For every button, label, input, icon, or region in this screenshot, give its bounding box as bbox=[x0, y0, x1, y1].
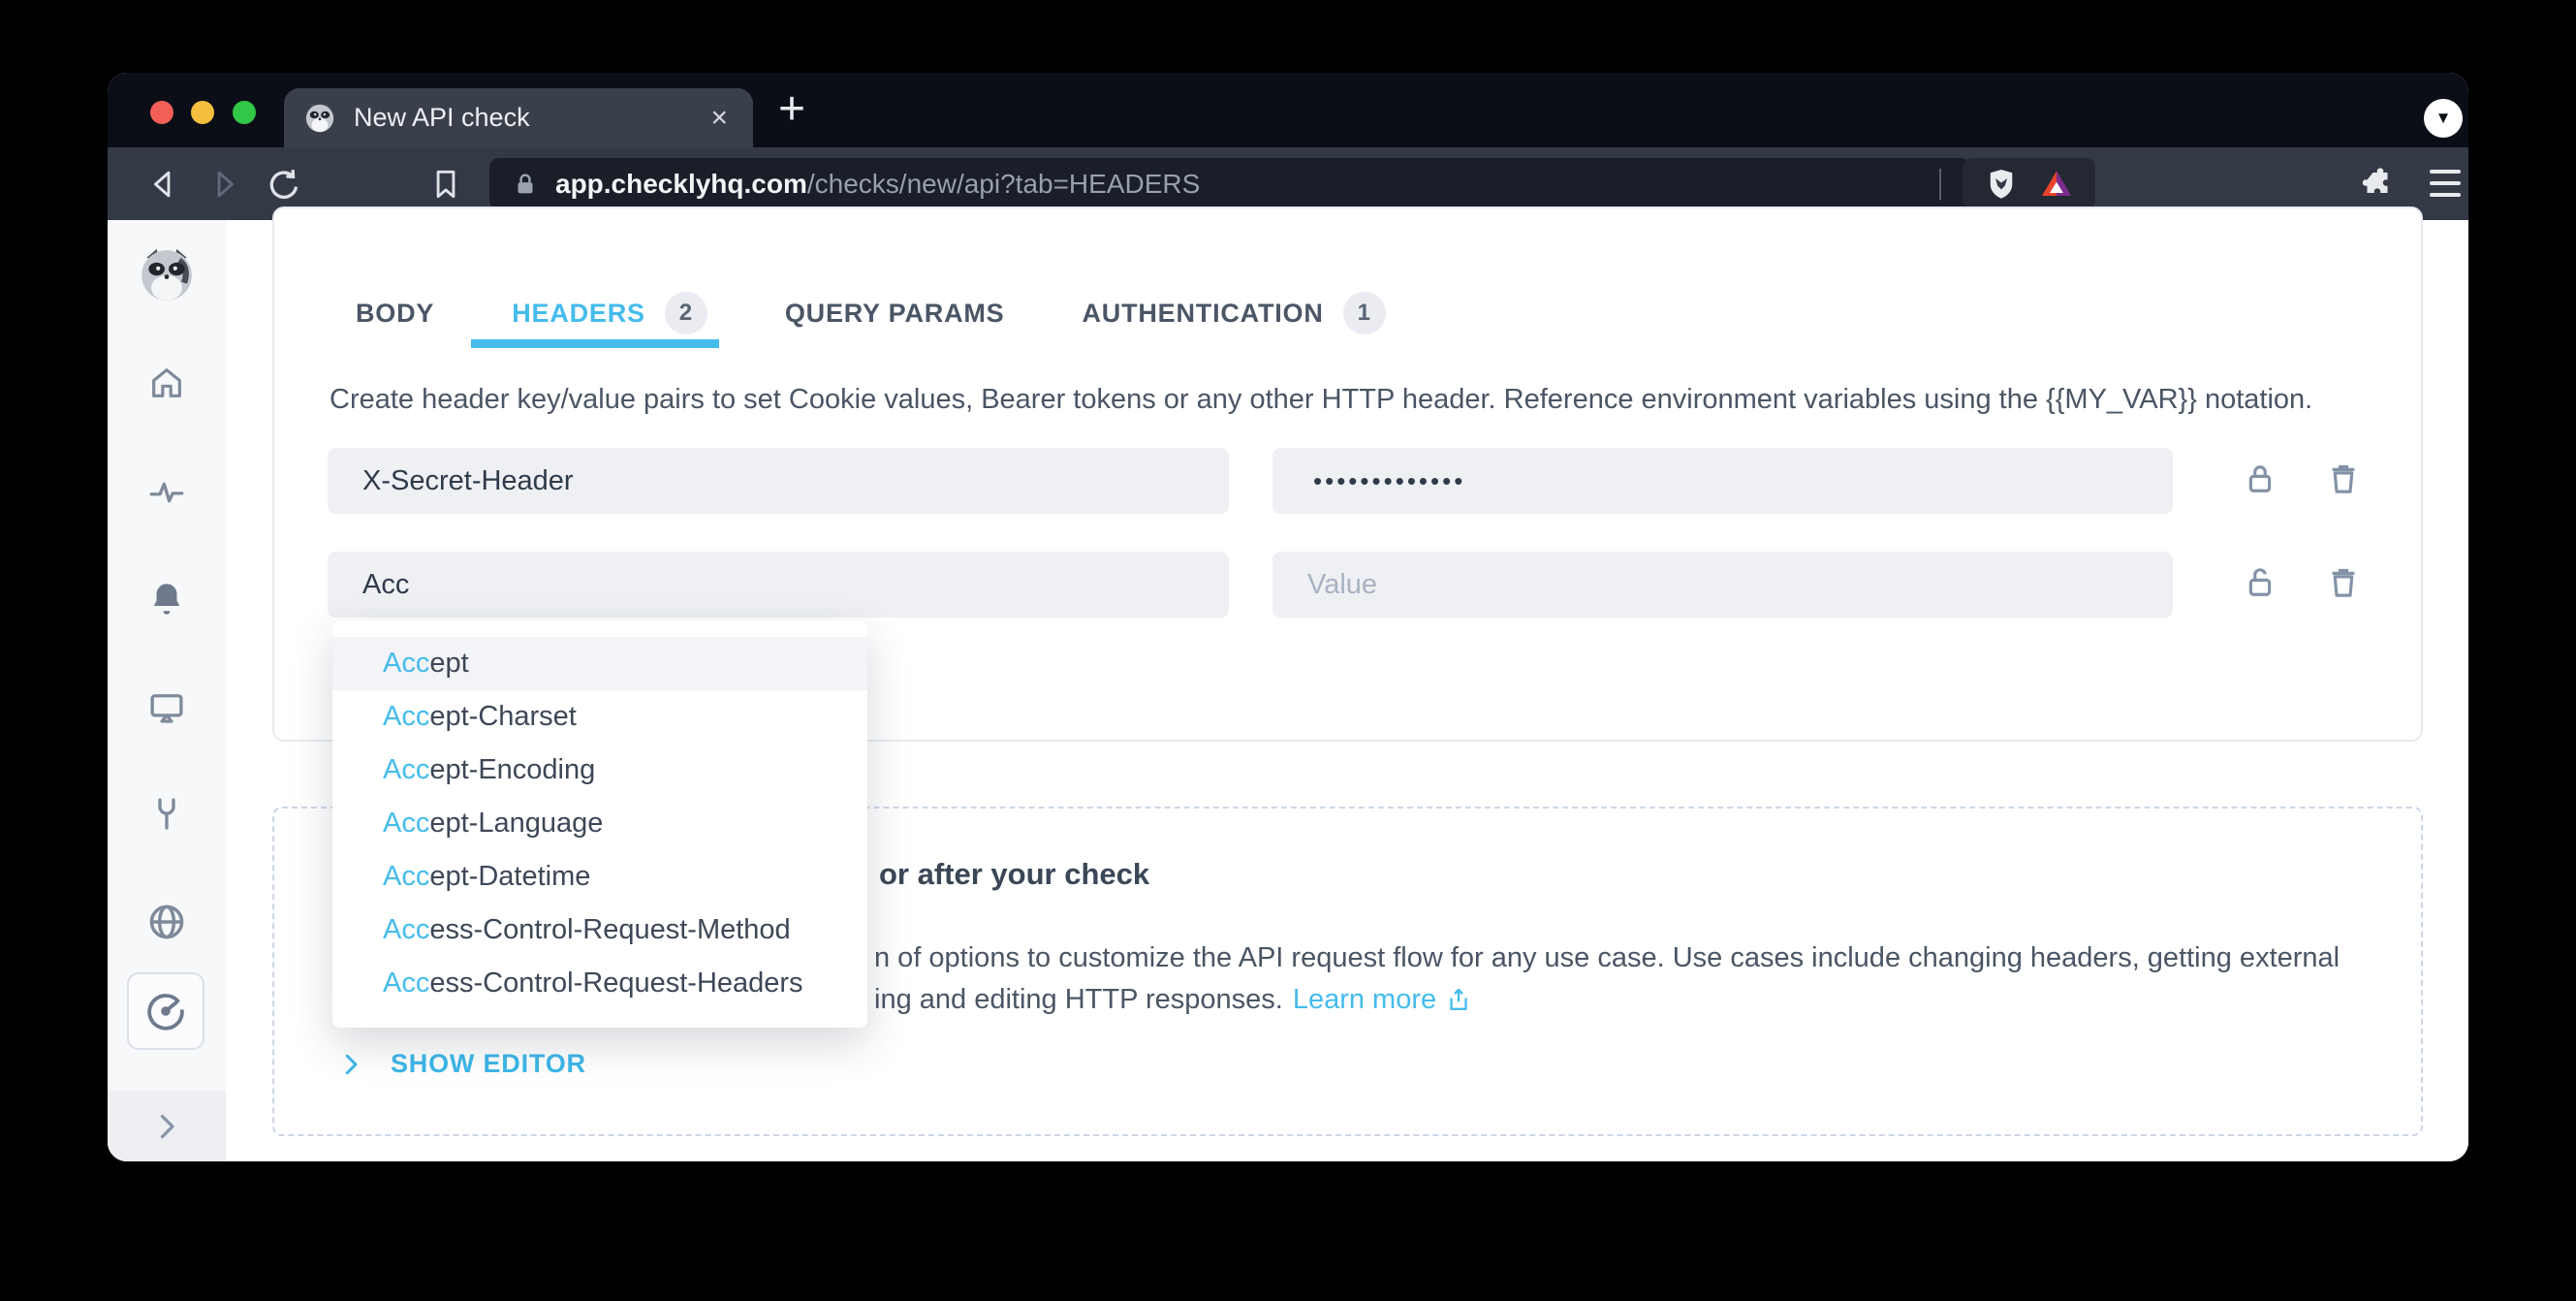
tab-authentication[interactable]: AUTHENTICATION 1 bbox=[1082, 292, 1385, 334]
back-icon[interactable] bbox=[146, 166, 183, 203]
active-tab-underline bbox=[471, 339, 719, 348]
new-tab-button[interactable]: + bbox=[778, 86, 805, 133]
external-link-icon bbox=[1444, 986, 1473, 1015]
headers-description: Create header key/value pairs to set Coo… bbox=[330, 384, 2312, 416]
lock-open-icon[interactable] bbox=[2240, 562, 2280, 603]
tab-query-params[interactable]: QUERY PARAMS bbox=[785, 299, 1005, 329]
section-title-fragment: or after your check bbox=[879, 857, 1149, 892]
browser-tab-strip: New API check × + ▼ bbox=[108, 73, 2468, 147]
minimize-window-button[interactable] bbox=[191, 101, 214, 124]
home-icon[interactable] bbox=[147, 364, 186, 402]
bat-token-icon[interactable] bbox=[2039, 167, 2074, 202]
tab-search-button[interactable]: ▼ bbox=[2424, 99, 2463, 138]
browser-window: New API check × + ▼ bbox=[108, 73, 2468, 1161]
brave-badges bbox=[1963, 158, 2095, 209]
sidebar-footer bbox=[108, 1091, 226, 1161]
delete-header-trash-icon[interactable] bbox=[2323, 459, 2364, 499]
learn-more-link[interactable]: Learn more bbox=[1293, 984, 1473, 1016]
section-body-line1-fragment: n of options to customize the API reques… bbox=[874, 942, 2340, 974]
autocomplete-option[interactable]: Access-Control-Request-Headers bbox=[332, 957, 867, 1010]
header-name-autocomplete-dropdown: Accept Accept-Charset Accept-Encoding Ac… bbox=[332, 620, 867, 1028]
tab-headers[interactable]: HEADERS 2 bbox=[512, 292, 707, 334]
section-body-line2-fragment: ing and editing HTTP responses. bbox=[874, 984, 1283, 1016]
close-tab-icon[interactable]: × bbox=[705, 104, 734, 133]
autocomplete-option[interactable]: Accept-Language bbox=[332, 797, 867, 850]
secure-lock-icon bbox=[511, 170, 540, 199]
tab-search-triangle-icon: ▼ bbox=[2435, 109, 2452, 128]
url-host: app.checklyhq.com bbox=[555, 169, 807, 200]
app-content: BODY HEADERS 2 QUERY PARAMS AUTHENTICATI… bbox=[108, 220, 2468, 1161]
maintenance-wrench-icon[interactable] bbox=[146, 794, 187, 835]
extensions-puzzle-icon[interactable] bbox=[2360, 167, 2395, 202]
autocomplete-option[interactable]: Access-Control-Request-Method bbox=[332, 904, 867, 957]
header-value-input-2[interactable] bbox=[1272, 552, 2173, 618]
autocomplete-option[interactable]: Accept-Datetime bbox=[332, 850, 867, 904]
alerts-bell-icon[interactable] bbox=[146, 579, 187, 619]
header-key-input-2[interactable] bbox=[328, 552, 1229, 618]
section-body-line2: ing and editing HTTP responses. Learn mo… bbox=[874, 984, 1473, 1016]
toolbar-separator bbox=[1939, 169, 1941, 200]
brave-shield-icon[interactable] bbox=[1984, 167, 2019, 202]
private-locations-globe-icon[interactable] bbox=[145, 901, 188, 943]
desktop-background: New API check × + ▼ bbox=[0, 0, 2576, 1301]
checkly-logo[interactable] bbox=[137, 245, 197, 305]
authentication-count-badge: 1 bbox=[1343, 292, 1386, 334]
url-bar[interactable]: app.checklyhq.com/checks/new/api?tab=HEA… bbox=[489, 158, 1970, 209]
gauge-icon bbox=[143, 989, 188, 1033]
zoom-window-button[interactable] bbox=[233, 101, 256, 124]
bookmark-icon[interactable] bbox=[427, 166, 464, 203]
tab-body[interactable]: BODY bbox=[356, 299, 434, 329]
checkly-favicon bbox=[303, 102, 336, 135]
menu-icon[interactable] bbox=[2430, 170, 2461, 205]
forward-icon[interactable] bbox=[204, 166, 241, 203]
lock-closed-icon[interactable] bbox=[2240, 459, 2280, 499]
autocomplete-option[interactable]: Accept-Encoding bbox=[332, 744, 867, 797]
autocomplete-option[interactable]: Accept-Charset bbox=[332, 690, 867, 744]
request-options-tabs: BODY HEADERS 2 QUERY PARAMS AUTHENTICATI… bbox=[356, 292, 1386, 334]
close-window-button[interactable] bbox=[150, 101, 173, 124]
app-sidebar bbox=[108, 220, 226, 1161]
dashboards-monitor-icon[interactable] bbox=[146, 687, 187, 728]
chevron-right-icon bbox=[336, 1050, 365, 1079]
header-key-input-1[interactable] bbox=[328, 448, 1229, 514]
expand-sidebar-chevron-icon[interactable] bbox=[149, 1109, 184, 1144]
headers-count-badge: 2 bbox=[665, 292, 707, 334]
url-path: /checks/new/api?tab=HEADERS bbox=[807, 169, 1200, 200]
sidebar-item-checks-active[interactable] bbox=[127, 972, 204, 1050]
tab-title: New API check bbox=[354, 103, 705, 133]
header-value-input-1[interactable] bbox=[1272, 448, 2173, 514]
delete-header-trash-icon[interactable] bbox=[2323, 562, 2364, 603]
reload-icon[interactable] bbox=[265, 166, 303, 205]
activity-pulse-icon[interactable] bbox=[146, 472, 187, 513]
show-editor-button[interactable]: SHOW EDITOR bbox=[336, 1049, 586, 1079]
autocomplete-option[interactable]: Accept bbox=[332, 637, 867, 690]
browser-tab[interactable]: New API check × bbox=[284, 88, 753, 147]
